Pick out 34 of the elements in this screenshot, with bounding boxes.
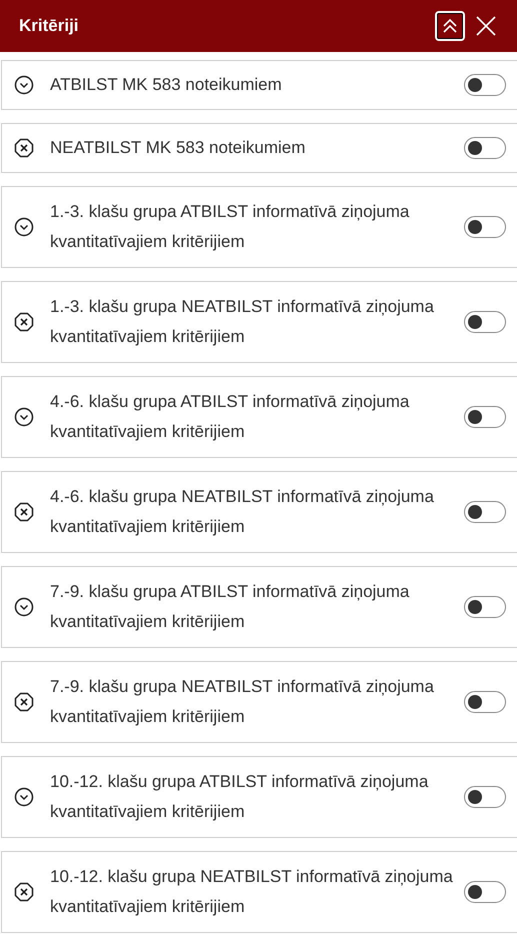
toggle-switch[interactable] bbox=[464, 74, 506, 96]
criterion-label: 7.-9. klašu grupa ATBILST informatīvā ziņojuma kvantitatīvajiem kritērijiem bbox=[50, 581, 410, 633]
x-octagon-icon bbox=[14, 138, 34, 158]
chevron-circle-icon bbox=[14, 597, 34, 617]
toggle-switch[interactable] bbox=[464, 596, 506, 618]
criterion-label: NEATBILST MK 583 noteikumiem bbox=[50, 137, 306, 159]
toggle-switch[interactable] bbox=[464, 786, 506, 808]
criterion-label: 4.-6. klašu grupa ATBILST informatīvā ziņojuma kvantitatīvajiem kritērijiem bbox=[50, 391, 410, 443]
criterion-label: 7.-9. klašu grupa NEATBILST informatīvā ziņojuma kvantitatīvajiem kritērijiem bbox=[50, 676, 435, 728]
criterion-label: ATBILST MK 583 noteikumiem bbox=[50, 74, 283, 96]
x-octagon-icon bbox=[14, 882, 34, 902]
toggle-switch[interactable] bbox=[464, 137, 506, 159]
chevron-circle-icon bbox=[14, 407, 34, 427]
x-octagon-icon bbox=[14, 692, 34, 712]
double-chevron-up-icon bbox=[441, 17, 459, 35]
chevron-circle-icon bbox=[14, 75, 34, 95]
toggle-switch[interactable] bbox=[464, 881, 506, 903]
toggle-switch[interactable] bbox=[464, 406, 506, 428]
close-icon bbox=[475, 15, 497, 37]
criterion-label: 10.-12. klašu grupa ATBILST informatīvā ziņojuma kvantitatīvajiem kritērijiem bbox=[50, 771, 430, 823]
toggle-switch[interactable] bbox=[464, 216, 506, 238]
criterion-label: 1.-3. klašu grupa NEATBILST informatīvā ziņojuma kvantitatīvajiem kritērijiem bbox=[50, 296, 435, 348]
chevron-circle-icon bbox=[14, 787, 34, 807]
x-octagon-icon bbox=[14, 312, 34, 332]
panel-title: Kritēriji bbox=[19, 16, 79, 36]
toggle-switch[interactable] bbox=[464, 501, 506, 523]
criterion-label: 1.-3. klašu grupa ATBILST informatīvā ziņojuma kvantitatīvajiem kritērijiem bbox=[50, 201, 410, 253]
collapse-button[interactable] bbox=[435, 11, 465, 41]
criterion-label: 10.-12. klašu grupa NEATBILST informatīvā ziņojuma kvantitatīvajiem kritērijiem bbox=[50, 866, 454, 918]
x-octagon-icon bbox=[14, 502, 34, 522]
criterion-label: 4.-6. klašu grupa NEATBILST informatīvā ziņojuma kvantitatīvajiem kritērijiem bbox=[50, 486, 435, 538]
toggle-switch[interactable] bbox=[464, 311, 506, 333]
toggle-switch[interactable] bbox=[464, 691, 506, 713]
chevron-circle-icon bbox=[14, 217, 34, 237]
